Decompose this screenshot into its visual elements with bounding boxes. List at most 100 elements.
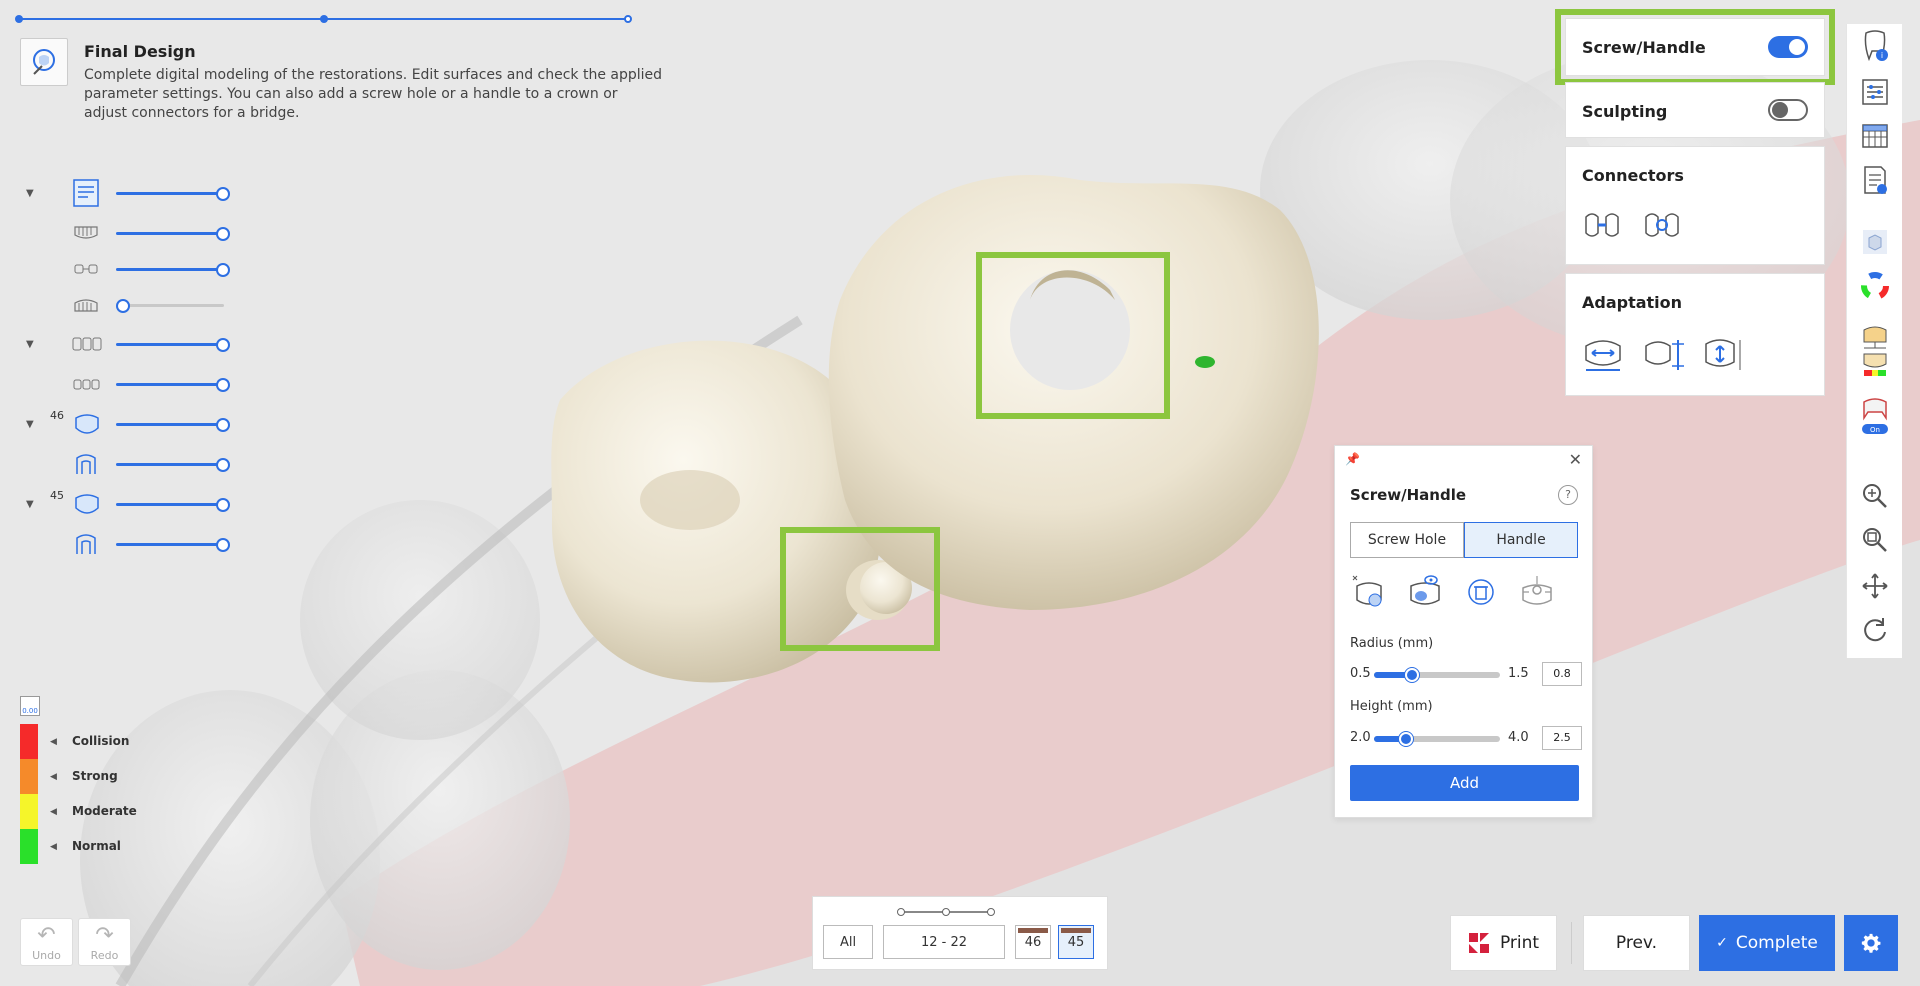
move-handle-tool-icon[interactable] xyxy=(1517,572,1557,612)
legend-item-strong: ◀ Strong xyxy=(20,759,160,794)
opacity-slider[interactable] xyxy=(116,538,230,552)
add-button[interactable]: Add xyxy=(1350,765,1579,801)
tooth-range-slider[interactable] xyxy=(897,908,995,916)
opacity-knob[interactable] xyxy=(116,299,130,313)
opacity-knob[interactable] xyxy=(216,498,230,512)
opacity-slider[interactable] xyxy=(116,418,230,432)
radius-slider[interactable] xyxy=(1374,668,1500,682)
opacity-slider[interactable] xyxy=(116,338,230,352)
chevron-down-icon[interactable]: ▼ xyxy=(26,419,38,430)
opacity-knob[interactable] xyxy=(216,538,230,552)
zoom-in-icon[interactable] xyxy=(1857,478,1893,514)
object-row: ▼ xyxy=(0,329,240,359)
legend-reset-button[interactable]: 0.00 xyxy=(20,696,40,716)
opacity-knob[interactable] xyxy=(216,227,230,241)
prep-icon[interactable] xyxy=(72,530,100,558)
print-logo-icon xyxy=(1468,933,1489,953)
chevron-down-icon[interactable]: ▼ xyxy=(26,339,38,350)
prev-button[interactable]: Prev. xyxy=(1583,915,1690,971)
dialog-title: Screw/Handle xyxy=(1350,486,1467,504)
zoom-fit-icon[interactable] xyxy=(1857,522,1893,558)
pin-icon[interactable]: 📌 xyxy=(1345,452,1360,466)
bridge-group-icon[interactable] xyxy=(72,330,102,358)
opacity-slider[interactable] xyxy=(116,299,224,313)
progress-step-dot[interactable] xyxy=(320,15,328,23)
height-min: 2.0 xyxy=(1350,730,1371,745)
redo-button[interactable]: ↷ Redo xyxy=(78,918,131,966)
sculpting-panel[interactable]: Sculpting xyxy=(1565,82,1825,138)
tooth-number-label: 45 xyxy=(50,489,64,502)
connector-adjust-icon[interactable] xyxy=(1642,207,1682,247)
view-cube-icon[interactable] xyxy=(1857,224,1893,260)
tab-handle[interactable]: Handle xyxy=(1464,522,1578,558)
undo-label: Undo xyxy=(32,949,61,962)
chevron-down-icon[interactable]: ▼ xyxy=(26,188,38,199)
opacity-knob[interactable] xyxy=(216,263,230,277)
tooth-range-button[interactable]: 12 - 22 xyxy=(883,925,1005,959)
tab-screw-hole[interactable]: Screw Hole xyxy=(1350,522,1464,558)
parameters-icon[interactable] xyxy=(1857,74,1893,110)
scan-data-icon[interactable] xyxy=(72,179,100,207)
opacity-slider[interactable] xyxy=(116,227,230,241)
complete-button[interactable]: ✓ Complete xyxy=(1699,915,1835,971)
pan-icon[interactable] xyxy=(1857,568,1893,604)
range-dot[interactable] xyxy=(942,908,950,916)
show-handle-tool-icon[interactable] xyxy=(1405,572,1445,612)
radius-knob[interactable] xyxy=(1405,668,1419,682)
opacity-slider[interactable] xyxy=(116,263,230,277)
margin-on-icon[interactable]: On xyxy=(1857,396,1893,436)
rotate-icon[interactable] xyxy=(1857,612,1893,648)
opacity-slider[interactable] xyxy=(116,498,230,512)
progress-step-dot[interactable] xyxy=(624,15,632,23)
abutment-icon[interactable] xyxy=(72,255,100,283)
tooth-45-button[interactable]: 45 xyxy=(1058,925,1094,959)
final-design-icon xyxy=(20,38,68,86)
progress-step-dot[interactable] xyxy=(15,15,23,23)
print-button[interactable]: Print xyxy=(1450,915,1557,971)
sculpting-toggle[interactable] xyxy=(1768,99,1808,121)
screw-handle-highlight xyxy=(1555,9,1835,85)
connector-icon[interactable] xyxy=(72,370,100,398)
radius-value-input[interactable]: 0.8 xyxy=(1542,662,1582,686)
opacity-knob[interactable] xyxy=(216,378,230,392)
adapt-width-icon[interactable] xyxy=(1582,334,1624,376)
height-slider[interactable] xyxy=(1374,732,1500,746)
opacity-knob[interactable] xyxy=(216,458,230,472)
connector-edit-icon[interactable] xyxy=(1582,207,1622,247)
opacity-knob[interactable] xyxy=(216,338,230,352)
report-icon[interactable] xyxy=(1857,162,1893,198)
tooth-cap-marker xyxy=(1061,928,1091,933)
grid-view-icon[interactable] xyxy=(1857,118,1893,154)
lower-jaw-icon[interactable] xyxy=(72,291,100,319)
opacity-slider[interactable] xyxy=(116,458,230,472)
adapt-height-icon[interactable] xyxy=(1642,334,1684,376)
object-row: ▼ 46 xyxy=(0,409,240,439)
occlusion-map-icon[interactable] xyxy=(1857,324,1893,384)
object-row xyxy=(0,369,240,399)
opacity-slider[interactable] xyxy=(116,378,230,392)
opacity-slider[interactable] xyxy=(116,187,230,201)
tooth-46-button[interactable]: 46 xyxy=(1015,925,1051,959)
adapt-occlusal-icon[interactable] xyxy=(1702,334,1744,376)
color-picker-icon[interactable] xyxy=(1857,268,1893,304)
range-dot[interactable] xyxy=(987,908,995,916)
chevron-down-icon[interactable]: ▼ xyxy=(26,499,38,510)
range-dot[interactable] xyxy=(897,908,905,916)
tooth-info-icon[interactable]: i xyxy=(1857,28,1893,64)
settings-button[interactable] xyxy=(1844,915,1898,971)
object-row: ▼ xyxy=(0,178,240,208)
upper-jaw-icon[interactable] xyxy=(72,219,100,247)
undo-button[interactable]: ↶ Undo xyxy=(20,918,73,966)
prep-icon[interactable] xyxy=(72,450,100,478)
all-teeth-button[interactable]: All xyxy=(823,925,873,959)
opacity-knob[interactable] xyxy=(216,418,230,432)
opacity-knob[interactable] xyxy=(216,187,230,201)
height-knob[interactable] xyxy=(1399,732,1413,746)
crown-icon[interactable] xyxy=(72,490,100,518)
add-handle-tool-icon[interactable] xyxy=(1349,572,1389,612)
height-value-input[interactable]: 2.5 xyxy=(1542,726,1582,750)
delete-handle-tool-icon[interactable] xyxy=(1461,572,1501,612)
help-icon[interactable]: ? xyxy=(1558,485,1578,505)
close-icon[interactable]: ✕ xyxy=(1569,450,1582,469)
crown-icon[interactable] xyxy=(72,410,100,438)
